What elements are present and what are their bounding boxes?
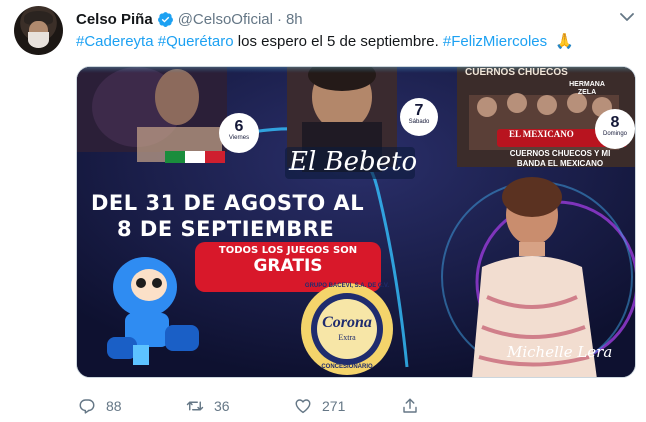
tweet-media-poster[interactable]: CUERNOS CHUECOS HERMANA ZELA 6 Viernes 7… xyxy=(76,66,636,378)
day-badge-6: 6 Viernes xyxy=(219,118,259,142)
sponsor-sub: Extra xyxy=(338,333,356,342)
hashtag-link[interactable]: #Querétaro xyxy=(158,33,234,50)
chevron-down-icon[interactable] xyxy=(620,12,634,22)
dates-line-1: DEL 31 DE AGOSTO AL xyxy=(91,191,365,215)
badge-8-label: Domingo xyxy=(602,131,627,137)
avatar[interactable] xyxy=(14,6,63,55)
reply-count: 88 xyxy=(106,398,122,414)
artist-signature: Michelle Lera xyxy=(507,343,613,361)
badge-6-day: 6 xyxy=(234,118,244,135)
tweet-card[interactable]: Celso Piña @CelsoOficial · 8h #Cadereyta… xyxy=(0,0,646,422)
tweet-body-text: los espero el 5 de septiembre. xyxy=(237,33,439,50)
sponsor-ring-bottom: CONCESIONARIO xyxy=(321,364,373,370)
folded-hands-emoji: 🙏 xyxy=(555,33,574,50)
poster-text-layer: CUERNOS CHUECOS HERMANA ZELA 6 Viernes 7… xyxy=(77,67,635,377)
games-line-2: GRATIS xyxy=(253,256,323,276)
sponsor-ring-top: GRUPO BACEVI, S.A. DE C.V. xyxy=(304,283,390,289)
games-banner: TODOS LOS JUEGOS SON GRATIS xyxy=(195,245,381,276)
share-icon xyxy=(403,398,417,413)
tweet-header: Celso Piña @CelsoOficial · 8h xyxy=(76,9,303,29)
dates-line-2: 8 DE SEPTIEMBRE xyxy=(117,217,335,241)
reply-icon xyxy=(79,399,95,414)
hashtag-link[interactable]: #FelizMiercoles xyxy=(443,33,547,50)
hermana-caption: HERMANA ZELA xyxy=(569,81,605,96)
singer-name: El Bebeto xyxy=(289,147,418,177)
tweet-time[interactable]: 8h xyxy=(286,11,303,28)
band-tagline: CUERNOS CHUECOS Y MI BANDA EL MEXICANO xyxy=(509,149,611,168)
retweet-icon xyxy=(186,401,204,411)
share-button[interactable] xyxy=(401,397,419,415)
hashtag-link[interactable]: #Cadereyta xyxy=(76,33,154,50)
like-button[interactable]: 271 xyxy=(294,397,345,415)
author-name[interactable]: Celso Piña xyxy=(76,11,153,28)
day-badge-8: 8 Domingo xyxy=(595,114,635,138)
heart-icon xyxy=(295,399,311,414)
day-badge-7: 7 Sábado xyxy=(400,102,438,126)
badge-6-label: Viernes xyxy=(228,135,250,141)
games-line-1: TODOS LOS JUEGOS SON xyxy=(218,245,358,256)
separator-dot: · xyxy=(276,10,282,28)
avatar-beard xyxy=(28,32,49,48)
tweet-text: #Cadereyta #Querétaro los espero el 5 de… xyxy=(76,32,574,52)
like-count: 271 xyxy=(322,398,346,414)
band-banner: EL MEXICANO xyxy=(509,129,574,139)
badge-7-label: Sábado xyxy=(408,119,430,125)
reply-button[interactable]: 88 xyxy=(78,397,122,415)
badge-8-day: 8 xyxy=(610,114,620,131)
band-name-caption: CUERNOS CHUECOS xyxy=(465,67,568,78)
author-handle[interactable]: @CelsoOficial xyxy=(178,11,273,28)
retweet-button[interactable]: 36 xyxy=(186,397,230,415)
sponsor-brand: Corona xyxy=(322,314,372,331)
verified-badge-icon xyxy=(157,11,173,27)
retweet-count: 36 xyxy=(214,398,230,414)
badge-7-day: 7 xyxy=(414,102,424,119)
